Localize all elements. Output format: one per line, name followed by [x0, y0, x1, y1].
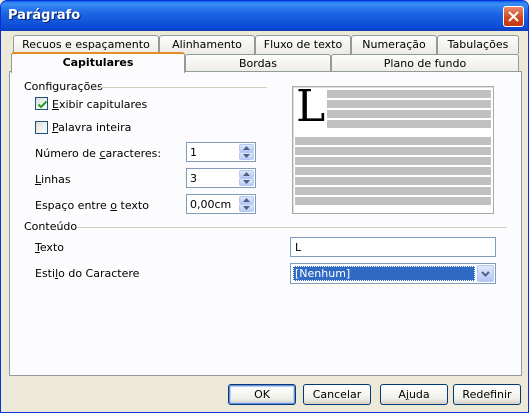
- contents-group-label: Conteúdo: [24, 220, 78, 233]
- paragraph-dialog: Parágrafo Recuos e espaçamento Alinhamen…: [0, 0, 529, 413]
- tab-label: Fluxo de texto: [263, 38, 343, 51]
- button-label: Redefinir: [462, 388, 512, 401]
- preview-line: [295, 167, 491, 175]
- tab-label: Alinhamento: [172, 38, 242, 51]
- checkmark-icon: [37, 100, 48, 109]
- tab-label: Capitulares: [62, 56, 134, 69]
- num-chars-value: 1: [190, 146, 197, 159]
- preview-line: [327, 120, 491, 128]
- label-text: texto: [117, 199, 149, 212]
- spacing-spinbox[interactable]: 0,00cm: [186, 194, 256, 214]
- chevron-down-icon: [243, 180, 250, 184]
- char-style-select[interactable]: [Nenhum]: [290, 263, 496, 284]
- button-label: Cancelar: [312, 388, 362, 401]
- spin-buttons: [239, 170, 254, 186]
- tab-text-flow[interactable]: Fluxo de texto: [255, 35, 351, 54]
- text-label: Texto: [35, 241, 64, 254]
- num-chars-label: Número de caracteres:: [35, 147, 161, 160]
- text-input-value: L: [295, 241, 302, 254]
- preview-line: [295, 187, 491, 195]
- increment-button[interactable]: [239, 144, 254, 152]
- preview-line: [295, 137, 491, 145]
- contents-separator: [77, 227, 507, 228]
- ok-button[interactable]: OK: [228, 384, 296, 405]
- decrement-button[interactable]: [239, 204, 254, 212]
- label-text: Espaço entre: [35, 199, 111, 212]
- lines-spinbox[interactable]: 3: [186, 168, 256, 188]
- spacing-value: 0,00cm: [190, 198, 232, 211]
- preview-line: [295, 177, 491, 185]
- settings-separator: [97, 87, 267, 88]
- button-label: uda: [408, 388, 430, 401]
- whole-word-checkbox[interactable]: [35, 121, 48, 134]
- button-label: OK: [254, 388, 270, 401]
- mnemonic: o: [110, 199, 118, 212]
- chevron-down-icon: [481, 271, 490, 277]
- tab-dropcaps[interactable]: Capitulares: [11, 52, 185, 73]
- spin-buttons: [239, 196, 254, 212]
- label-text: exto: [39, 241, 64, 254]
- decrement-button[interactable]: [239, 152, 254, 160]
- cancel-button[interactable]: Cancelar: [303, 384, 371, 405]
- preview-line: [295, 147, 491, 155]
- dropcap-preview: L: [292, 81, 494, 214]
- show-dropcaps-checkbox[interactable]: [35, 97, 48, 110]
- text-input[interactable]: L: [290, 237, 496, 257]
- tab-label: Numeração: [362, 38, 426, 51]
- tab-label: Bordas: [238, 57, 278, 70]
- label-text: aracteres:: [105, 147, 162, 160]
- preview-line: [295, 197, 491, 205]
- close-button[interactable]: [503, 6, 524, 27]
- show-dropcaps-label[interactable]: Exibir capitulares: [52, 98, 147, 111]
- dropdown-button[interactable]: [477, 265, 494, 282]
- settings-group-label: Configurações: [24, 80, 103, 93]
- chevron-up-icon: [243, 198, 250, 202]
- chevron-down-icon: [243, 206, 250, 210]
- label-text: alavra inteira: [58, 121, 132, 134]
- spin-buttons: [239, 144, 254, 160]
- num-chars-spinbox[interactable]: 1: [186, 142, 256, 162]
- window-title: Parágrafo: [8, 8, 81, 23]
- preview-dropcap-letter: L: [296, 81, 326, 132]
- mnemonic: E: [52, 98, 59, 111]
- char-style-selected-value: [Nenhum]: [293, 266, 475, 281]
- char-style-label: Estilo do Caractere: [35, 267, 139, 280]
- label-text: Esti: [35, 267, 56, 280]
- chevron-up-icon: [243, 172, 250, 176]
- title-bar[interactable]: Parágrafo: [1, 1, 528, 31]
- tab-label: Plano de fundo: [383, 57, 467, 70]
- preview-line: [327, 110, 491, 118]
- increment-button[interactable]: [239, 170, 254, 178]
- whole-word-label[interactable]: Palavra inteira: [52, 121, 131, 134]
- lines-value: 3: [190, 172, 197, 185]
- tab-label: Tabulações: [447, 38, 509, 51]
- preview-line: [295, 157, 491, 165]
- reset-button[interactable]: Redefinir: [453, 384, 521, 405]
- button-label: A: [398, 388, 406, 401]
- tab-label: Recuos e espaçamento: [22, 38, 150, 51]
- tab-numbering[interactable]: Numeração: [351, 35, 437, 54]
- chevron-down-icon: [243, 154, 250, 158]
- label-text: o do Caractere: [58, 267, 140, 280]
- label-text: xibir capitulares: [58, 98, 148, 111]
- lines-label: Linhas: [35, 173, 71, 186]
- decrement-button[interactable]: [239, 178, 254, 186]
- close-icon: [508, 11, 519, 22]
- preview-line: [327, 100, 491, 108]
- spacing-label: Espaço entre o texto: [35, 199, 149, 212]
- tab-tabs[interactable]: Tabulações: [437, 35, 519, 54]
- chevron-up-icon: [243, 146, 250, 150]
- preview-line: [327, 90, 491, 98]
- help-button[interactable]: Ajuda: [380, 384, 448, 405]
- label-text: inhas: [41, 173, 71, 186]
- increment-button[interactable]: [239, 196, 254, 204]
- label-text: Número de: [35, 147, 100, 160]
